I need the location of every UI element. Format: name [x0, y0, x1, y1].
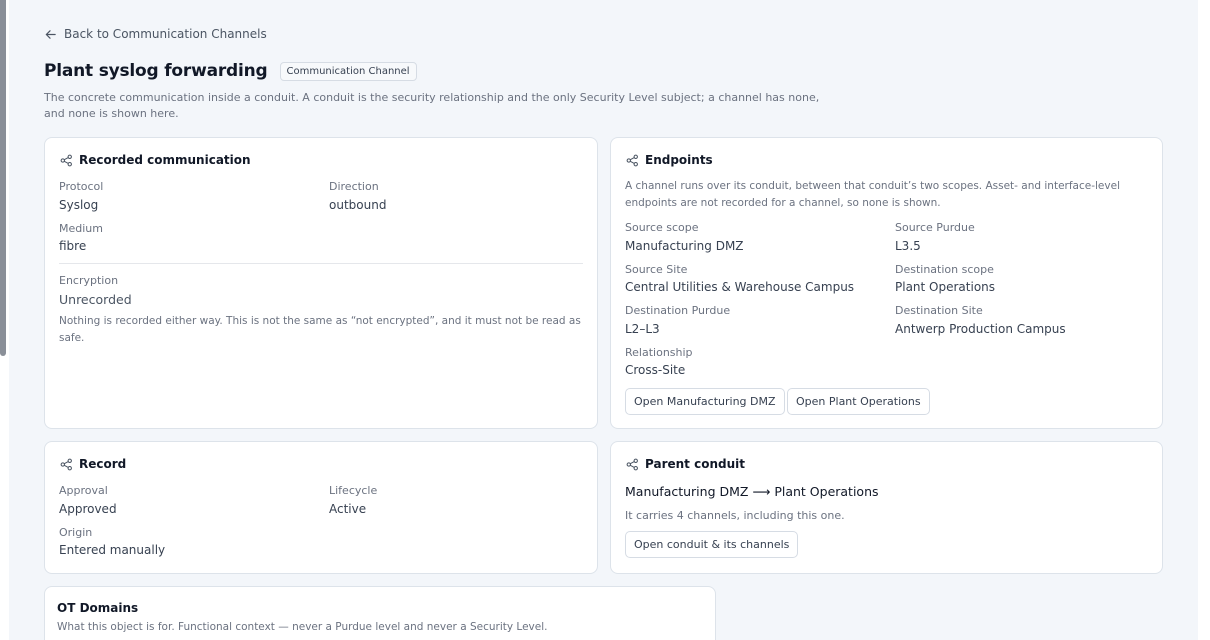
parent-conduit-card: Parent conduit Manufacturing DMZ ⟶ Plant… [610, 441, 1163, 574]
dest-site-label: Destination Site [895, 304, 983, 317]
source-site-value: Central Utilities & Warehouse Campus [625, 280, 855, 294]
source-site-label: Source Site [625, 263, 688, 276]
arrow-left-icon [45, 29, 56, 39]
card-title: Endpoints [645, 153, 713, 167]
record-card: Record Approval Approved Lifecycle Activ… [44, 441, 598, 574]
left-scrollbar-track[interactable] [0, 0, 9, 640]
lifecycle-value: Active [329, 502, 367, 516]
title-row: Plant syslog forwarding Communication Ch… [44, 61, 417, 81]
direction-value: outbound [329, 198, 387, 212]
dest-scope-value: Plant Operations [895, 280, 996, 294]
divider [59, 263, 583, 264]
dest-purdue-value: L2–L3 [625, 322, 660, 336]
back-link-label: Back to Communication Channels [64, 27, 267, 41]
endpoints-card: Endpoints A channel runs over its condui… [610, 137, 1163, 429]
card-header: Endpoints [626, 153, 713, 167]
source-purdue-label: Source Purdue [895, 221, 975, 234]
source-scope-label: Source scope [625, 221, 699, 234]
dest-purdue-label: Destination Purdue [625, 304, 731, 317]
ot-domains-card: OT Domains What this object is for. Func… [44, 586, 716, 640]
source-scope-value: Manufacturing DMZ [625, 239, 744, 253]
share-nodes-icon [60, 154, 72, 166]
encryption-label: Encryption [59, 274, 119, 287]
relationship-label: Relationship [625, 346, 693, 359]
medium-label: Medium [59, 222, 103, 235]
approval-value: Approved [59, 502, 117, 516]
ot-domains-note: What this object is for. Functional cont… [57, 621, 548, 633]
dest-scope-label: Destination scope [895, 263, 994, 276]
right-scrollbar-track[interactable] [1198, 0, 1210, 640]
dest-site-value: Antwerp Production Campus [895, 322, 1066, 336]
share-nodes-icon [626, 154, 638, 166]
card-title: Recorded communication [79, 153, 251, 167]
type-badge: Communication Channel [279, 61, 417, 81]
origin-value: Entered manually [59, 543, 166, 557]
conduit-name: Manufacturing DMZ ⟶ Plant Operations [625, 484, 879, 499]
open-conduit-button[interactable]: Open conduit & its channels [625, 531, 799, 558]
encryption-value: Unrecorded [59, 292, 132, 307]
card-title: Record [79, 457, 127, 471]
back-link[interactable]: Back to Communication Channels [44, 27, 267, 41]
direction-label: Direction [329, 180, 379, 193]
main-content: Back to Communication Channels Plant sys… [9, 0, 1198, 640]
conduit-summary: It carries 4 channels, including this on… [625, 509, 845, 522]
open-destination-scope-button[interactable]: Open Plant Operations [787, 388, 930, 415]
card-title: OT Domains [57, 601, 139, 615]
open-source-scope-button[interactable]: Open Manufacturing DMZ [625, 388, 785, 415]
share-nodes-icon [626, 458, 638, 470]
approval-label: Approval [59, 484, 108, 497]
recorded-communication-card: Recorded communication Protocol Syslog D… [44, 137, 598, 429]
card-header: Parent conduit [626, 457, 745, 471]
endpoints-note: A channel runs over its conduit, between… [625, 180, 1120, 209]
protocol-label: Protocol [59, 180, 104, 193]
page-subtitle: The concrete communication inside a cond… [44, 91, 820, 120]
source-purdue-value: L3.5 [895, 239, 921, 253]
card-header: Recorded communication [60, 153, 251, 167]
share-nodes-icon [60, 458, 72, 470]
encryption-note: Nothing is recorded either way. This is … [59, 315, 581, 344]
card-header: Record [60, 457, 126, 471]
left-scrollbar-thumb[interactable] [0, 0, 6, 356]
page-title: Plant syslog forwarding [44, 61, 268, 81]
relationship-value: Cross-Site [625, 363, 686, 377]
medium-value: fibre [59, 239, 87, 253]
protocol-value: Syslog [59, 198, 99, 212]
card-title: Parent conduit [645, 457, 745, 471]
origin-label: Origin [59, 526, 93, 539]
lifecycle-label: Lifecycle [329, 484, 378, 497]
